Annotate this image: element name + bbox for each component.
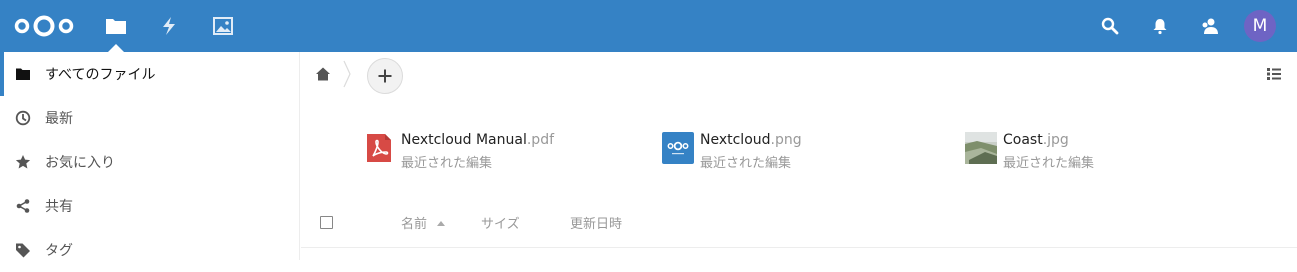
column-header-name[interactable]: 名前 xyxy=(401,213,427,232)
new-file-button[interactable] xyxy=(367,58,403,94)
pdf-icon xyxy=(367,134,391,162)
sidebar-item-favorites[interactable]: お気に入り xyxy=(0,140,300,184)
plus-icon xyxy=(378,69,392,83)
recent-file-name: Nextcloud.png xyxy=(700,132,802,148)
top-header: M xyxy=(0,0,1297,52)
app-navigation: すべてのファイル 最新 お気に入り 共有 タグ xyxy=(0,52,300,260)
sidebar-item-label: 最新 xyxy=(45,111,73,127)
file-basename: Nextcloud Manual xyxy=(401,132,527,148)
clock-icon xyxy=(15,110,31,126)
active-app-indicator xyxy=(108,44,124,52)
nextcloud-logo[interactable] xyxy=(12,14,76,38)
share-icon xyxy=(16,199,30,213)
sidebar-item-label: 共有 xyxy=(45,199,73,215)
file-extension: .pdf xyxy=(526,132,555,148)
home-icon[interactable] xyxy=(315,66,331,82)
folder-icon xyxy=(16,68,30,80)
user-avatar[interactable]: M xyxy=(1244,10,1276,42)
star-icon xyxy=(15,155,31,169)
search-icon[interactable] xyxy=(1100,16,1120,36)
recent-file-item[interactable]: Coast.jpg 最近された編集 xyxy=(965,130,1205,171)
notifications-icon[interactable] xyxy=(1150,16,1170,36)
list-view-icon[interactable] xyxy=(1266,66,1282,82)
sort-ascending-icon xyxy=(437,221,445,226)
column-header-modified[interactable]: 更新日時 xyxy=(570,213,622,232)
sidebar-item-all-files[interactable]: すべてのファイル xyxy=(0,52,300,96)
breadcrumb-separator xyxy=(343,60,351,88)
recent-file-item[interactable]: Nextcloud Manual.pdf 最近された編集 xyxy=(363,130,603,171)
sidebar-item-tags[interactable]: タグ xyxy=(0,228,300,272)
activity-icon[interactable] xyxy=(158,16,180,36)
folder-icon[interactable] xyxy=(105,16,127,36)
sidebar-item-label: タグ xyxy=(45,243,73,259)
recent-file-subtitle: 最近された編集 xyxy=(1003,156,1095,171)
file-list-header: 名前 サイズ 更新日時 xyxy=(301,202,1297,248)
recent-file-item[interactable]: Nextcloud.png 最近された編集 xyxy=(662,130,902,171)
file-basename: Nextcloud xyxy=(700,132,771,148)
file-list-area: Nextcloud Manual.pdf 最近された編集 Nextcloud.p… xyxy=(301,52,1297,260)
column-header-size[interactable]: サイズ xyxy=(481,213,520,232)
contacts-icon[interactable] xyxy=(1200,16,1220,36)
sidebar-item-label: すべてのファイル xyxy=(45,67,156,83)
recent-file-subtitle: 最近された編集 xyxy=(401,156,493,171)
recent-file-name: Coast.jpg xyxy=(1003,132,1069,148)
sidebar-item-recent[interactable]: 最新 xyxy=(0,96,300,140)
tag-icon xyxy=(16,243,30,258)
file-extension: .jpg xyxy=(1042,132,1069,148)
select-all-checkbox[interactable] xyxy=(320,216,333,229)
nextcloud-image-thumbnail xyxy=(662,132,694,164)
sidebar-item-shares[interactable]: 共有 xyxy=(0,184,300,228)
recent-file-subtitle: 最近された編集 xyxy=(700,156,792,171)
sidebar-item-label: お気に入り xyxy=(45,155,115,171)
recent-file-name: Nextcloud Manual.pdf xyxy=(401,132,554,148)
gallery-icon[interactable] xyxy=(212,16,234,36)
coast-image-thumbnail xyxy=(965,132,997,164)
file-extension: .png xyxy=(770,132,802,148)
file-basename: Coast xyxy=(1003,132,1043,148)
